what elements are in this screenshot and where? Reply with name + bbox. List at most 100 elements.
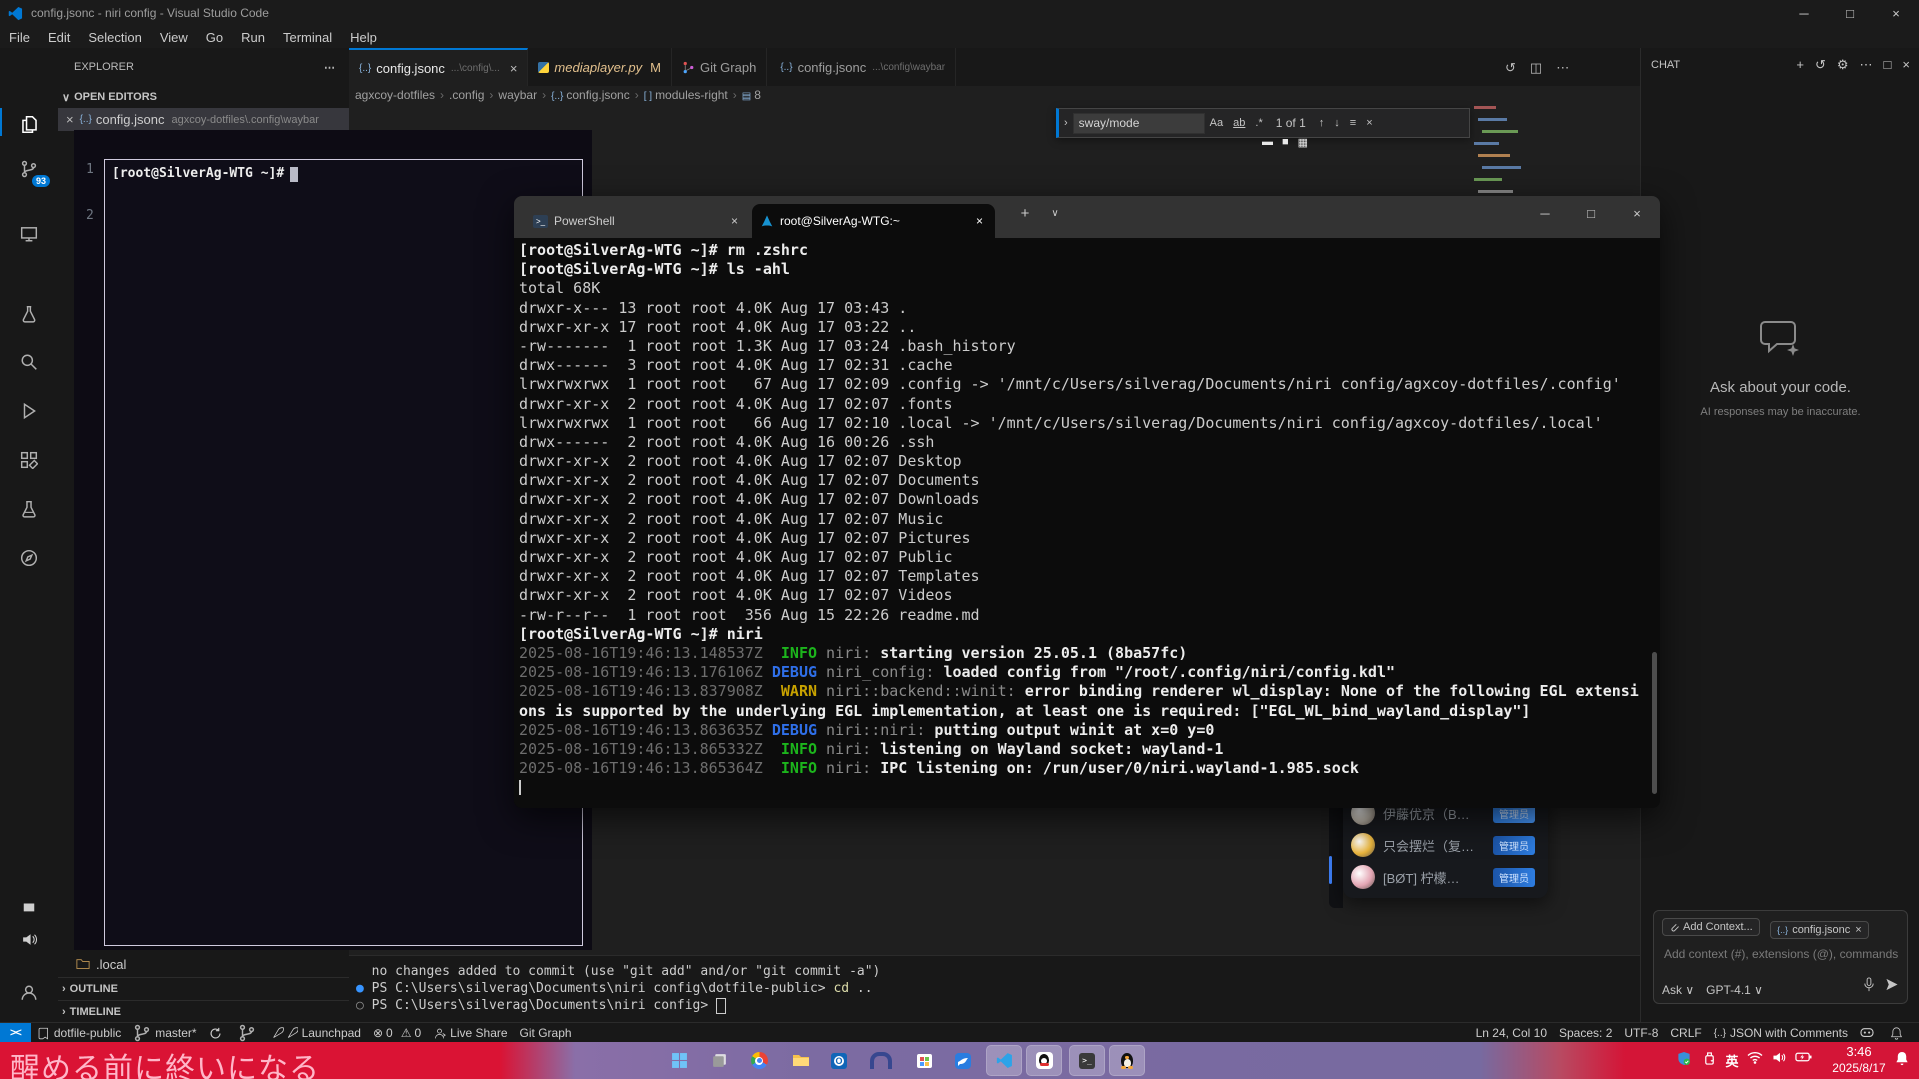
taskbar-qq-icon[interactable] <box>1026 1045 1062 1076</box>
chat-close-icon[interactable]: × <box>1902 57 1910 73</box>
timeline-section[interactable]: ›TIMELINE <box>58 1000 349 1023</box>
close-terminal-tab-icon[interactable]: × <box>972 214 987 228</box>
find-previous-icon[interactable]: ↑ <box>1319 117 1325 129</box>
match-case-icon[interactable]: Aa <box>1210 117 1223 129</box>
chat-more-icon[interactable]: ⋯ <box>1860 57 1873 73</box>
breadcrumb-item[interactable]: [ ]modules-right <box>644 88 728 102</box>
outline-section[interactable]: ›OUTLINE <box>58 977 349 1000</box>
taskbar-windows-terminal-icon[interactable]: >_ <box>1069 1045 1105 1076</box>
qq-member-row[interactable]: [BØT] 柠檬…管理员 <box>1351 862 1540 892</box>
tray-security-shield-icon[interactable] <box>1674 1051 1694 1066</box>
status-item-spaces-2[interactable]: Spaces: 2 <box>1553 1023 1618 1043</box>
menu-item-go[interactable]: Go <box>197 28 232 47</box>
taskbar-thunder-icon[interactable] <box>945 1045 981 1076</box>
taskbar-task-view-icon[interactable] <box>701 1045 737 1076</box>
menu-item-run[interactable]: Run <box>232 28 274 47</box>
menu-item-help[interactable]: Help <box>341 28 386 47</box>
tab-git-graph[interactable]: Git Graph <box>672 48 767 86</box>
tray-wifi-icon[interactable] <box>1745 1051 1765 1064</box>
status-item-launchpad[interactable]: Launchpad <box>266 1023 367 1043</box>
windows-terminal-window[interactable]: ─ □ × + ∨ >_PowerShell×root@SilverAg-WTG… <box>514 196 1660 808</box>
close-editor-icon[interactable]: × <box>66 112 74 127</box>
chat-model-select[interactable]: GPT-4.1 ∨ <box>1706 983 1763 997</box>
breadcrumb-item[interactable]: agxcoy-dotfiles <box>355 88 435 102</box>
close-tab-icon[interactable]: × <box>510 61 518 76</box>
menu-item-file[interactable]: File <box>0 28 39 47</box>
status-item-live-share[interactable]: Live Share <box>427 1023 513 1043</box>
new-tab-button[interactable]: + <box>1010 196 1040 230</box>
status-item-branch[interactable] <box>232 1023 266 1043</box>
mini-maximize-icon[interactable]: ■ <box>1282 136 1289 149</box>
status-item-crlf[interactable]: CRLF <box>1664 1023 1707 1043</box>
regex-icon[interactable]: .* <box>1255 117 1262 129</box>
close-find-icon[interactable]: × <box>1366 117 1372 129</box>
find-next-icon[interactable]: ↓ <box>1334 117 1340 129</box>
editor-more-icon[interactable]: ⋯ <box>1556 60 1569 76</box>
activity-window-box-icon[interactable] <box>0 893 58 921</box>
open-editor-item[interactable]: × {..} config.jsonc agxcoy-dotfiles\.con… <box>58 108 349 131</box>
menu-item-terminal[interactable]: Terminal <box>274 28 341 47</box>
chat-input-box[interactable]: Add Context... {..} config.jsonc × Add c… <box>1653 910 1908 1004</box>
toggle-replace-icon[interactable]: › <box>1064 117 1068 129</box>
find-input[interactable]: sway/mode <box>1073 113 1205 134</box>
mic-icon[interactable] <box>1863 977 1875 997</box>
taskbar-clock[interactable]: 3:46 2025/8/17 <box>1826 1044 1892 1076</box>
integrated-terminal-panel[interactable]: no changes added to commit (use "git add… <box>349 955 1640 1022</box>
menu-item-selection[interactable]: Selection <box>79 28 150 47</box>
tab-config-jsonc[interactable]: {..}config.jsonc...\config\waybar <box>770 48 956 86</box>
status-item-ln-24-col-10[interactable]: Ln 24, Col 10 <box>1470 1023 1553 1043</box>
breadcrumb-item[interactable]: ▤8 <box>742 88 761 102</box>
activity-audio-icon[interactable] <box>0 925 58 953</box>
breadcrumb-item[interactable]: waybar <box>498 88 537 102</box>
terminal-scrollbar[interactable] <box>1652 652 1657 794</box>
tab-config-jsonc[interactable]: {..}config.jsonc...\config\...× <box>349 48 528 86</box>
status-item-copilot[interactable] <box>1854 1023 1884 1043</box>
qq-member-row[interactable]: 只会摆烂（复…管理员 <box>1351 830 1540 860</box>
status-item-utf-8[interactable]: UTF-8 <box>1618 1023 1664 1043</box>
menu-item-edit[interactable]: Edit <box>39 28 79 47</box>
mini-grid-icon[interactable]: ▦ <box>1298 136 1308 149</box>
whole-word-icon[interactable]: ab <box>1233 117 1245 129</box>
activity-source-control-icon[interactable]: 93 <box>0 155 58 183</box>
status-item-master-[interactable]: master* <box>127 1023 202 1043</box>
activity-search-icon[interactable] <box>0 348 58 376</box>
taskbar-start-icon[interactable] <box>661 1045 697 1076</box>
close-terminal-tab-icon[interactable]: × <box>727 214 742 228</box>
niri-focused-terminal[interactable]: [root@SilverAg-WTG ~]# <box>104 159 583 946</box>
explorer-more-icon[interactable]: ⋯ <box>324 61 335 74</box>
terminal-tab-2[interactable]: root@SilverAg-WTG:~× <box>752 204 995 238</box>
activity-gitlens-icon[interactable] <box>0 544 58 572</box>
activity-account-icon[interactable] <box>0 979 58 1007</box>
taskbar-file-explorer-icon[interactable] <box>783 1045 819 1076</box>
breadcrumb[interactable]: agxcoy-dotfiles›.config›waybar›{..}confi… <box>355 86 761 104</box>
tray-battery-icon[interactable] <box>1793 1051 1813 1063</box>
terminal-minimize-button[interactable]: ─ <box>1522 196 1568 230</box>
activity-remote-explorer-icon[interactable] <box>0 220 58 248</box>
history-icon[interactable]: ↺ <box>1505 60 1516 76</box>
tree-item-local[interactable]: .local <box>58 953 349 975</box>
taskbar-linux-tux-icon[interactable] <box>1109 1045 1145 1076</box>
remove-chip-icon[interactable]: × <box>1855 924 1861 936</box>
activity-run-debug-icon[interactable] <box>0 397 58 425</box>
taskbar-microsoft-store-icon[interactable] <box>906 1045 942 1076</box>
breadcrumb-item[interactable]: .config <box>449 88 484 102</box>
taskbar-chrome-icon[interactable] <box>741 1045 777 1076</box>
status-item-0[interactable]: ⊗0⚠0 <box>367 1023 427 1043</box>
tray-ime-icon[interactable]: 英 <box>1722 1051 1742 1070</box>
chat-settings-gear-icon[interactable]: ⚙ <box>1837 57 1849 73</box>
add-context-chip[interactable]: Add Context... <box>1662 918 1760 936</box>
terminal-maximize-button[interactable]: □ <box>1568 196 1614 230</box>
tray-usb-device-icon[interactable] <box>1699 1051 1719 1066</box>
taskbar-outlook-icon[interactable]: O <box>821 1045 857 1076</box>
activity-testing-icon[interactable] <box>0 495 58 523</box>
status-item-json-with-comments[interactable]: {..}JSON with Comments <box>1708 1023 1854 1043</box>
terminal-title-bar[interactable]: ─ □ × + ∨ >_PowerShell×root@SilverAg-WTG… <box>514 196 1660 238</box>
terminal-tab-1[interactable]: >_PowerShell× <box>525 204 750 238</box>
tab-mediaplayer-py[interactable]: mediaplayer.pyM <box>528 48 672 86</box>
terminal-close-button[interactable]: × <box>1614 196 1660 230</box>
menu-item-view[interactable]: View <box>151 28 197 47</box>
taskbar-arc-browser-icon[interactable] <box>863 1045 899 1076</box>
chat-open-editor-icon[interactable]: □ <box>1884 57 1892 73</box>
tray-volume-icon[interactable] <box>1769 1051 1789 1064</box>
status-item-bell[interactable] <box>1884 1023 1913 1043</box>
